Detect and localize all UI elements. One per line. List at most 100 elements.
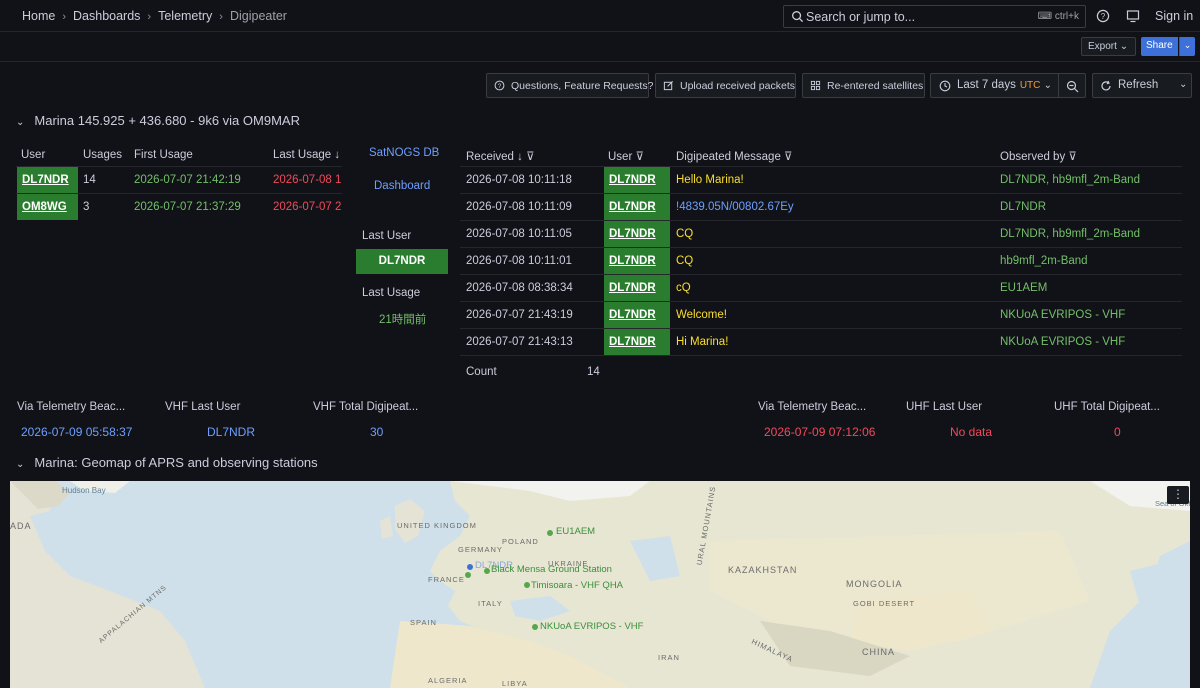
sort-desc-icon: ↓ — [517, 151, 523, 163]
map-label: LIBYA — [502, 679, 528, 688]
breadcrumb-telemetry[interactable]: Telemetry — [158, 9, 212, 23]
geomap[interactable]: Hudson Bay ADA UNITED KINGDOM GERMANY PO… — [10, 481, 1190, 688]
uhf-beacon-value: 2026-07-09 07:12:06 — [764, 425, 876, 439]
sign-in-link[interactable]: Sign in — [1155, 9, 1193, 23]
col-header-user[interactable]: User — [21, 149, 45, 161]
keyboard-icon: ⌨ — [1037, 11, 1055, 22]
map-label: ITALY — [478, 599, 503, 608]
user-cell[interactable]: DL7NDR — [17, 167, 78, 193]
satnogs-db-link[interactable]: SatNOGS DB — [369, 147, 439, 159]
count-label: Count — [466, 366, 497, 378]
search-input[interactable]: Search or jump to... ⌨ ctrl+k — [783, 5, 1086, 28]
filter-icon[interactable]: ⊽ — [1068, 151, 1076, 163]
station-label: NKUoA EVRIPOS - VHF — [540, 621, 644, 632]
uhf-last-user-value: No data — [950, 425, 993, 439]
user-cell[interactable]: DL7NDR — [604, 221, 670, 247]
station-marker[interactable] — [484, 568, 490, 574]
questions-link[interactable]: ? Questions, Feature Requests? — [486, 73, 653, 98]
filter-icon[interactable]: ⊽ — [784, 151, 792, 163]
panel-menu-button[interactable]: ⋮ — [1167, 486, 1189, 504]
message-cell: CQ — [676, 255, 694, 267]
station-marker[interactable] — [532, 624, 538, 630]
received-cell: 2026-07-08 10:11:18 — [466, 174, 572, 186]
map-label: Hudson Bay — [62, 486, 106, 495]
chevron-right-icon: › — [62, 11, 67, 23]
count-value: 14 — [587, 366, 600, 378]
share-dropdown-button[interactable]: ⌄ — [1179, 37, 1195, 56]
time-range-picker[interactable]: Last 7 days UTC ⌄ — [930, 73, 1059, 98]
message-cell: Hi Marina! — [676, 336, 729, 348]
col-header-first-usage[interactable]: First Usage — [134, 149, 193, 161]
col-header-user-label: User — [608, 151, 633, 163]
vhf-total-value: 30 — [370, 425, 384, 439]
col-header-last-usage[interactable]: Last Usage ↓ — [273, 149, 340, 161]
message-cell: cQ — [676, 282, 691, 294]
upload-packets-link[interactable]: Upload received packets — [655, 73, 796, 98]
received-cell: 2026-07-08 08:38:34 — [466, 282, 573, 294]
questions-label: Questions, Feature Requests? — [511, 80, 654, 92]
search-icon — [792, 11, 804, 23]
row-title-marina[interactable]: ⌄ Marina 145.925 + 436.680 - 9k6 via OM9M… — [16, 113, 300, 128]
zoom-out-button[interactable] — [1059, 73, 1086, 98]
user-cell[interactable]: DL7NDR — [604, 194, 670, 220]
divider — [460, 193, 1182, 194]
usages-cell: 14 — [83, 174, 96, 186]
filter-icon[interactable]: ⊽ — [635, 151, 643, 163]
user-cell[interactable]: DL7NDR — [604, 167, 670, 193]
divider — [460, 274, 1182, 275]
external-link-icon — [663, 81, 673, 91]
last-user-value: DL7NDR — [356, 249, 448, 274]
monitor-icon[interactable] — [1126, 9, 1140, 23]
station-marker[interactable] — [465, 572, 471, 578]
received-cell: 2026-07-08 10:11:09 — [466, 201, 572, 213]
station-marker[interactable] — [467, 564, 473, 570]
row-title-label: Marina 145.925 + 436.680 - 9k6 via OM9MA… — [34, 113, 300, 128]
divider — [460, 220, 1182, 221]
refresh-button[interactable]: Refresh ⌄ — [1092, 73, 1192, 98]
col-header-message[interactable]: Digipeated Message ⊽ — [676, 149, 792, 163]
dashboard-link[interactable]: Dashboard — [374, 180, 430, 192]
station-label: Timisoara - VHF QHA — [531, 580, 624, 591]
col-header-received[interactable]: Received ↓ ⊽ — [466, 149, 535, 163]
map-label: ADA — [10, 521, 32, 531]
station-marker[interactable] — [524, 582, 530, 588]
map-label: ALGERIA — [428, 676, 468, 685]
chevron-down-icon: ⌄ — [1119, 41, 1129, 52]
user-cell[interactable]: DL7NDR — [604, 329, 670, 355]
col-header-usages[interactable]: Usages — [83, 149, 122, 161]
user-cell[interactable]: OM8WG — [17, 194, 78, 220]
col-header-observed-label: Observed by — [1000, 151, 1066, 163]
message-cell: Welcome! — [676, 309, 727, 321]
chevron-down-icon: ⌄ — [16, 117, 25, 128]
map-label: MONGOLIA — [846, 579, 903, 589]
export-button[interactable]: Export ⌄ — [1081, 37, 1136, 56]
message-cell: !4839.05N/00802.67Ey — [676, 201, 794, 213]
user-cell[interactable]: DL7NDR — [604, 302, 670, 328]
message-cell: CQ — [676, 228, 694, 240]
help-icon[interactable]: ? — [1096, 9, 1110, 23]
map-label: GERMANY — [458, 545, 503, 554]
observed-by-cell: NKUoA EVRIPOS - VHF — [1000, 336, 1126, 348]
received-cell: 2026-07-07 21:43:13 — [466, 336, 573, 348]
col-header-last-usage-label: Last Usage — [273, 149, 332, 161]
col-header-observed-by[interactable]: Observed by ⊽ — [1000, 149, 1077, 163]
received-cell: 2026-07-07 21:43:19 — [466, 309, 573, 321]
svg-text:?: ? — [1101, 12, 1106, 21]
station-marker[interactable] — [547, 530, 553, 536]
observed-by-cell: DL7NDR, hb9mfl_2m-Band — [1000, 228, 1140, 240]
filter-icon[interactable]: ⊽ — [526, 151, 534, 163]
breadcrumb-current: Digipeater — [229, 9, 287, 23]
chevron-down-icon[interactable]: ⌄ — [1179, 79, 1187, 90]
breadcrumb-home[interactable]: Home — [22, 9, 55, 23]
share-button[interactable]: Share — [1141, 37, 1178, 56]
map-label: GOBI DESERT — [853, 599, 916, 608]
user-cell[interactable]: DL7NDR — [604, 248, 670, 274]
user-cell[interactable]: DL7NDR — [604, 275, 670, 301]
reentered-satellites-link[interactable]: Re-entered satellites — [802, 73, 925, 98]
divider — [460, 355, 1182, 356]
observed-by-cell: DL7NDR, hb9mfl_2m-Band — [1000, 174, 1140, 186]
map-label: CHINA — [862, 647, 896, 657]
row-title-geomap[interactable]: ⌄ Marina: Geomap of APRS and observing st… — [16, 455, 318, 470]
breadcrumb-dashboards[interactable]: Dashboards — [73, 9, 140, 23]
col-header-user[interactable]: User ⊽ — [608, 149, 644, 163]
